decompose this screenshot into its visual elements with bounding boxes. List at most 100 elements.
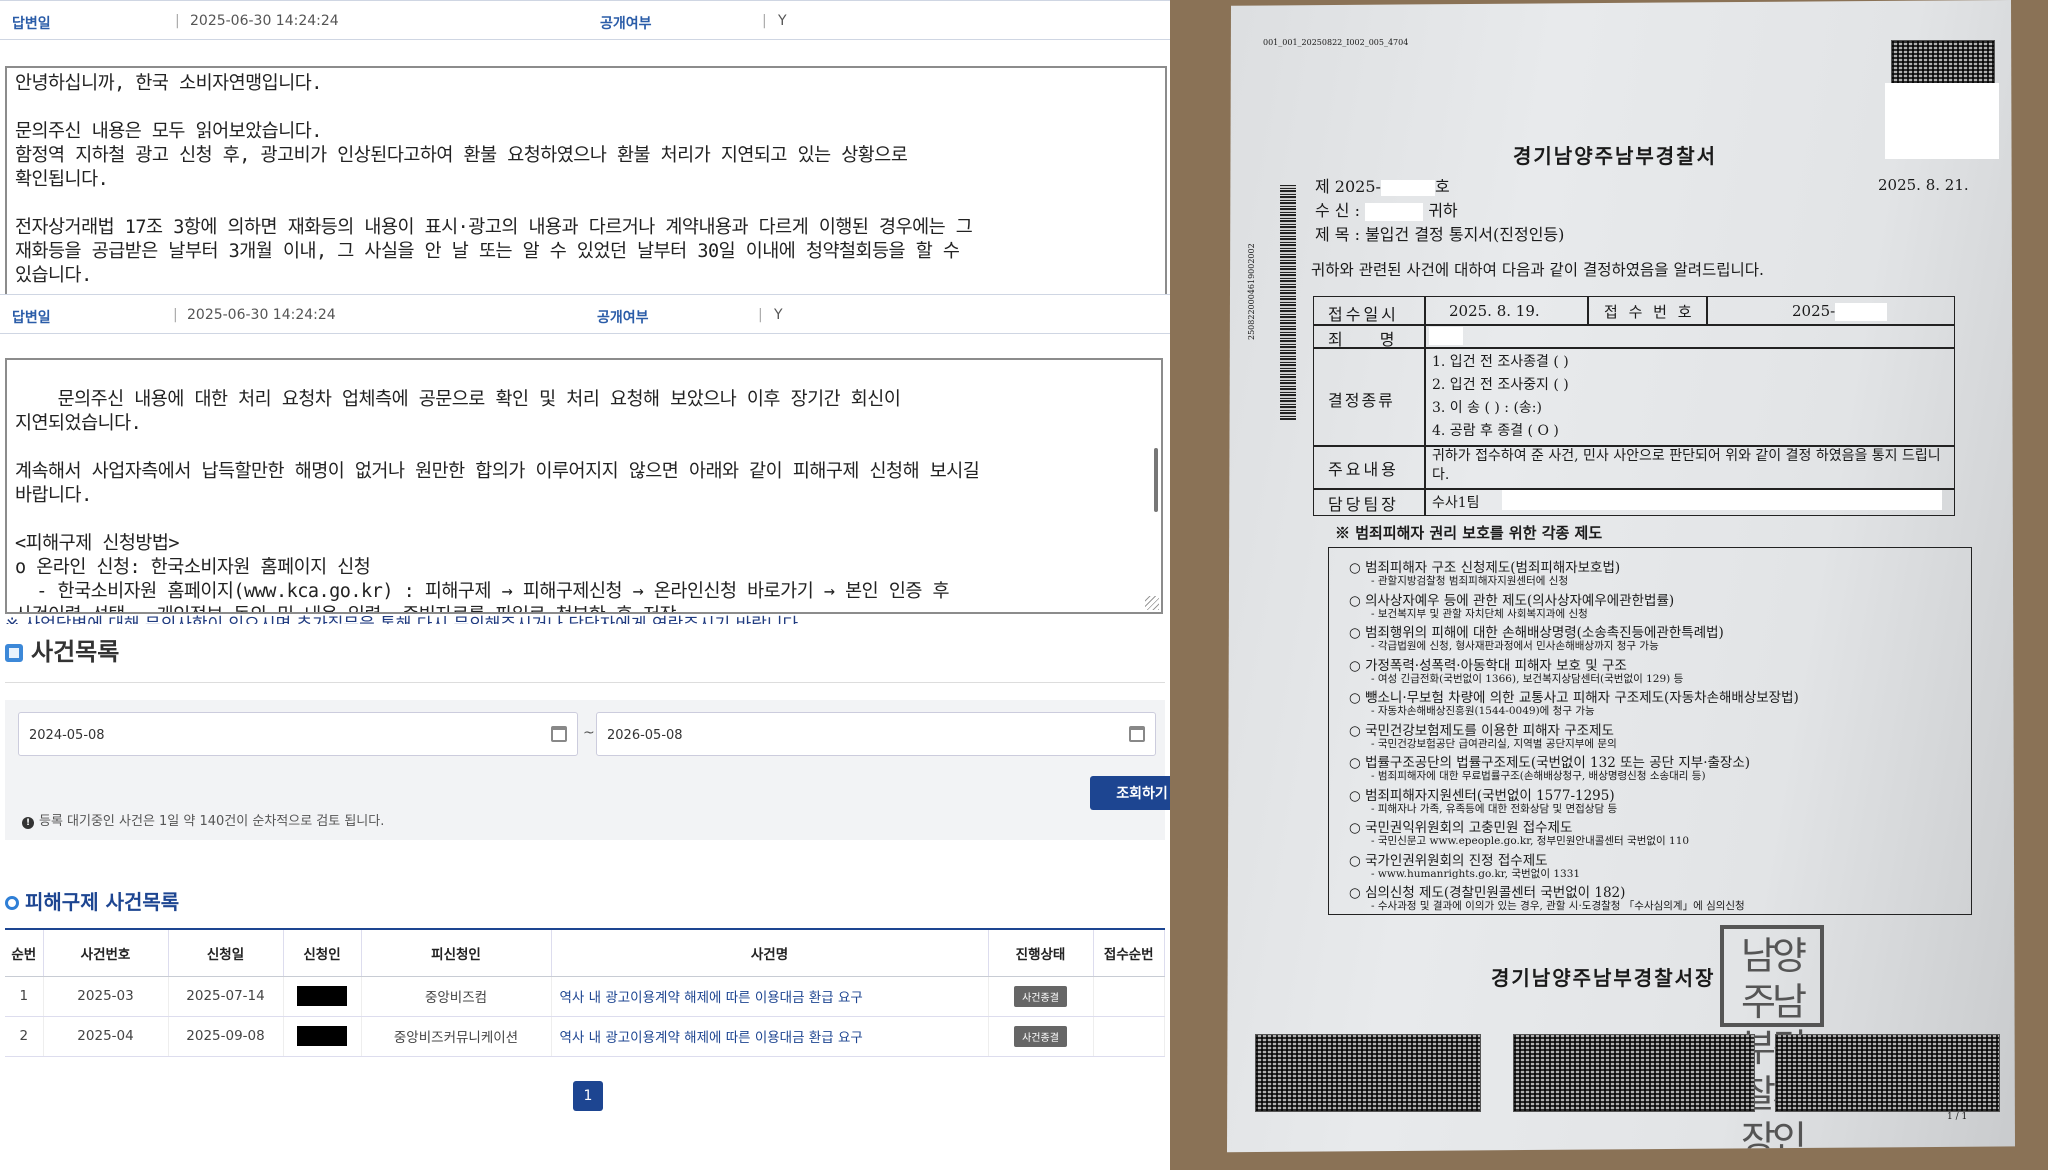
received-label: 접수일시 (1328, 305, 1399, 324)
cell-status: 사건종결 (988, 1016, 1094, 1057)
doc-number: 제 2025- 호 (1315, 177, 1450, 196)
case-title-link[interactable]: 역사 내 광고이용계약 해제에 따른 이용대금 환급 요구 (551, 1016, 989, 1057)
rights-item-detail: - 범죄피해자에 대한 무료법률구조(손해배상청구, 배상명령신청 소송대리 등… (1371, 770, 1706, 782)
relief-list-title: 피해구제 사건목록 (5, 886, 179, 915)
cell-no: 1 (5, 976, 44, 1017)
rights-item-detail: - 피해자나 가족, 유족등에 대한 전화상담 및 면접상담 등 (1371, 802, 1618, 815)
divider: | (762, 13, 767, 29)
col-header: 신청일 (168, 928, 284, 977)
letter-photo: 001_001_20250822_I002_005_4704 250822000… (1170, 0, 2048, 1170)
redaction-block (1380, 179, 1435, 196)
answer-textarea[interactable]: 안녕하십니까, 한국 소비자연맹입니다. 문의주신 내용은 모두 읽어보았습니다… (5, 66, 1167, 296)
divider (1424, 297, 1426, 515)
decision-label: 결정종류 (1328, 391, 1395, 410)
decision-2: 2. 입건 전 조사중지 ( ) (1432, 377, 1569, 393)
relief-table: 순번 사건번호 신청일 신청인 피신청인 사건명 진행상태 접수순번 1 202… (5, 928, 1165, 1057)
divider: | (175, 13, 180, 29)
redaction-block (1365, 202, 1424, 221)
decision-1: 1. 입건 전 조사종결 ( ) (1432, 354, 1569, 370)
answer-text: 문의주신 내용에 대한 처리 요청차 업체측에 공문으로 확인 및 처리 요청해… (15, 389, 980, 612)
divider (5, 682, 1165, 683)
barcode-block (1255, 1034, 1481, 1112)
rights-item-detail: - 보건복지부 및 관할 자치단체 사회복지과에 신청 (1371, 607, 1588, 620)
decision-4: 4. 공람 후 종결 ( O ) (1432, 423, 1559, 439)
redaction-block (297, 986, 347, 1006)
public-value: Y (778, 13, 787, 29)
status-badge: 사건종결 (1014, 1025, 1067, 1047)
calendar-icon[interactable] (551, 726, 567, 742)
col-header: 진행상태 (988, 928, 1094, 977)
cell-no: 2 (5, 1016, 44, 1057)
paper-document: 001_001_20250822_I002_005_4704 250822000… (1227, 0, 2015, 1153)
barcode-block (1775, 1034, 2000, 1112)
cell-date: 2025-07-14 (168, 976, 284, 1017)
page-number: 1 / 1 (1947, 1112, 1968, 1122)
cell-respondent: 중앙비즈커뮤니케이션 (361, 1016, 552, 1057)
redaction-block (1502, 490, 1942, 510)
official-seal-icon: 남양주남부경찰서장인 (1720, 925, 1824, 1152)
calendar-icon[interactable] (1129, 726, 1145, 742)
rights-item-detail: - 국민건강보험공단 급여관리실, 지역별 공단지부에 문의 (1371, 737, 1617, 750)
subject: 제 목 : 불입건 결정 통지서(진정인등) (1315, 225, 1565, 244)
rights-item-detail: - www.humanrights.go.kr, 국번없이 1331 (1371, 867, 1581, 880)
rights-item-detail: - 자동차손해배상진흥원(1544-0049)에 청구 가능 (1371, 705, 1595, 717)
date-to-input[interactable]: 2026-05-08 (596, 712, 1156, 756)
cell-case-no: 2025-04 (43, 1016, 169, 1057)
cell-applicant (283, 976, 362, 1017)
status-badge: 사건종결 (1014, 985, 1067, 1007)
table-row: 1 2025-03 2025-07-14 중앙비즈컴 역사 내 광고이용계약 해… (5, 976, 1165, 1017)
rights-item-detail: - 국민신문고 www.epeople.go.kr, 정부민원안내콜센터 국번없… (1371, 835, 1690, 847)
redaction-block (1835, 303, 1888, 321)
info-icon: ! (22, 817, 34, 829)
date-from-input[interactable]: 2024-05-08 (18, 712, 578, 756)
case-title-link[interactable]: 역사 내 광고이용계약 해제에 따른 이용대금 환급 요구 (551, 976, 989, 1017)
intro-text: 귀하와 관련된 사건에 대하여 다음과 같이 결정하였음을 알려드립니다. (1311, 261, 1764, 279)
answer-date-label: 답변일 (12, 16, 51, 32)
rights-box: ○ 범죄피해자 구조 신청제도(범죄피해자보호법) - 관할지방검찰청 범죄피해자… (1328, 547, 1972, 915)
rights-item-detail: - 관할지방검찰청 범죄피해자지원센터에 신청 (1371, 575, 1569, 587)
decision-3: 3. 이 송 ( ) : (송:) (1432, 400, 1542, 416)
officer-value: 수사1팀 (1432, 495, 1480, 511)
qr-code (1891, 40, 1995, 84)
info-note: ! 등록 대기중인 사건은 1일 약 140건이 순차적으로 검토 됩니다. (22, 810, 384, 829)
col-header: 사건번호 (43, 928, 169, 977)
answer-date-label: 답변일 (12, 310, 51, 326)
redaction-block (297, 1026, 347, 1046)
answer-meta-row: 답변일 | 2025-06-30 14:24:24 공개여부 | Y (0, 294, 1170, 334)
scrollbar[interactable] (1154, 448, 1158, 512)
cell-order (1093, 1016, 1165, 1057)
receipt-no-label: 접 수 번 호 (1604, 303, 1695, 321)
table-row: 2 2025-04 2025-09-08 중앙비즈커뮤니케이션 역사 내 광고이… (5, 1016, 1165, 1057)
cell-case-no: 2025-03 (43, 976, 169, 1017)
answer-date: 2025-06-30 14:24:24 (190, 13, 339, 29)
crime-label: 죄 명 (1328, 330, 1411, 349)
public-label: 공개여부 (600, 16, 652, 32)
answer-textarea[interactable]: 문의주신 내용에 대한 처리 요청차 업체측에 공문으로 확인 및 처리 요청해… (5, 358, 1163, 614)
rights-item-detail: - 수사과정 및 결과에 이의가 있는 경우, 관할 시·도경찰청 「수사심의계… (1371, 900, 1745, 912)
doc-date: 2025. 8. 21. (1878, 176, 1969, 194)
divider (1706, 297, 1708, 324)
range-separator: ~ (583, 725, 595, 741)
barcode-vertical (1280, 185, 1296, 420)
resize-grip[interactable] (1145, 596, 1159, 610)
col-header: 접수순번 (1093, 928, 1165, 977)
recipient: 수 신 : 귀하 (1315, 201, 1458, 221)
answer-date: 2025-06-30 14:24:24 (187, 307, 336, 323)
cell-status: 사건종결 (988, 976, 1094, 1017)
col-header: 피신청인 (361, 928, 552, 977)
answer-meta-row: 답변일 | 2025-06-30 14:24:24 공개여부 | Y (0, 0, 1170, 40)
decision-table: 접수일시 2025. 8. 19. 접 수 번 호 2025- 죄 명 결정종류… (1313, 296, 1955, 516)
redaction-block (1429, 327, 1463, 345)
search-button[interactable]: 조회하기 (1090, 776, 1170, 810)
agency-title: 경기남양주남부경찰서 (1513, 144, 1717, 168)
cut-off-notice: ※ 사업답변에 대해 문의사항이 있으시면 추가질문을 통해 다시 문의해주시거… (5, 615, 804, 632)
public-label: 공개여부 (597, 310, 649, 326)
case-list-title: 사건목록 (5, 632, 119, 667)
page-button[interactable]: 1 (573, 1081, 603, 1111)
rights-item-detail: - 각급법원에 신청, 형사재판과정에서 민사손해배상까지 청구 가능 (1371, 640, 1659, 652)
barcode-block (1513, 1034, 1755, 1112)
redaction-block (1885, 83, 1999, 159)
divider: | (173, 307, 178, 323)
circle-icon (5, 896, 19, 910)
divider (1587, 297, 1589, 324)
